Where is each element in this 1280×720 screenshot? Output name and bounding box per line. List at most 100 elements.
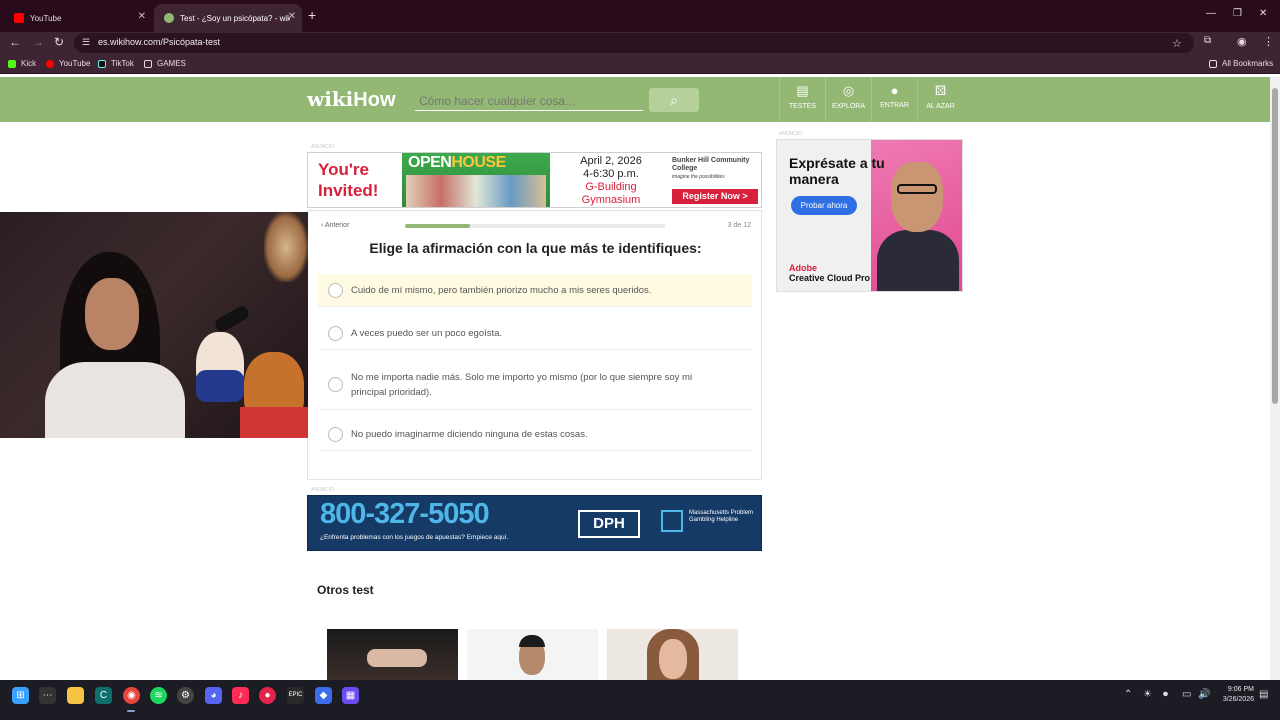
- bookmark-youtube[interactable]: YouTube: [46, 59, 90, 68]
- bookmark-star-icon[interactable]: ☆: [1172, 37, 1182, 50]
- ad-banner-bottom[interactable]: 800-327-5050 ¿Enfrenta problemas con los…: [307, 495, 762, 551]
- system-clock[interactable]: 9:06 PM 3/26/2026: [1216, 685, 1254, 705]
- site-header: wikiHow ⌕ ▤TESTES ◎EXPLORA ●ENTRAR ⚄AL A…: [0, 77, 1270, 122]
- streamer-jacket: [45, 362, 185, 438]
- ad-label: ANUNCIO: [779, 131, 803, 137]
- answer-option[interactable]: No me importa nadie más. Solo me importo…: [318, 360, 752, 410]
- close-icon[interactable]: ✕: [288, 11, 296, 22]
- widget-icon[interactable]: ⋯: [39, 687, 56, 704]
- chrome-icon[interactable]: ◉: [123, 687, 140, 704]
- quiz-thumbnail[interactable]: [467, 629, 598, 680]
- microphone: [212, 303, 252, 335]
- ad-side[interactable]: Exprésate a tu manera Probar ahora Adobe…: [776, 139, 963, 292]
- record-icon[interactable]: ●: [259, 687, 276, 704]
- file-explorer-icon[interactable]: [67, 687, 84, 704]
- clipboard-icon: ▤: [796, 83, 809, 98]
- bookmark-tiktok[interactable]: TikTok: [98, 59, 134, 68]
- app-grid-icon[interactable]: ▦: [342, 687, 359, 704]
- radio-button[interactable]: [328, 325, 343, 341]
- answer-option[interactable]: A veces puedo ser un poco egoísta.: [318, 317, 752, 350]
- ad-date: April 2, 2026 4-6:30 p.m. G-Building Gym…: [580, 155, 642, 206]
- new-tab-button[interactable]: +: [308, 7, 316, 23]
- nav-al-azar[interactable]: ⚄ AL AZAR: [917, 77, 963, 122]
- hands-image: [367, 649, 427, 667]
- tab-title: YouTube: [30, 13, 62, 23]
- minimize-button[interactable]: —: [1206, 8, 1216, 19]
- display-icon[interactable]: ▭: [1182, 689, 1191, 700]
- forward-button[interactable]: →: [32, 35, 44, 49]
- close-icon[interactable]: ✕: [138, 11, 146, 22]
- site-info-icon[interactable]: ☰: [82, 37, 90, 48]
- tiktok-icon[interactable]: ♪: [232, 687, 249, 704]
- tray-chevron-icon[interactable]: ⌃: [1124, 689, 1132, 700]
- all-bookmarks[interactable]: All Bookmarks: [1209, 59, 1273, 68]
- previous-link[interactable]: ‹ Anterior: [321, 222, 349, 229]
- scrollbar-thumb[interactable]: [1272, 88, 1278, 404]
- edge-icon[interactable]: C: [95, 687, 112, 704]
- section-title: Otros test: [317, 583, 374, 597]
- folder-icon: [1209, 59, 1217, 68]
- url-text: es.wikihow.com/Psicópata-test: [98, 37, 221, 47]
- roblox-icon[interactable]: ◆: [315, 687, 332, 704]
- radio-button[interactable]: [328, 377, 343, 392]
- menu-icon[interactable]: ⋮: [1263, 35, 1274, 48]
- nav-testes[interactable]: ▤ TESTES: [779, 77, 825, 122]
- kick-icon: [8, 59, 16, 68]
- tab-wikihow[interactable]: Test - ¿Soy un psicópata? - wiki ✕: [154, 4, 302, 32]
- face-shape: [891, 162, 943, 232]
- ad-label: ANUNCIO: [311, 144, 335, 150]
- compass-icon: ◎: [842, 83, 855, 98]
- maximize-button[interactable]: ❐: [1233, 8, 1242, 19]
- back-button[interactable]: ←: [9, 35, 21, 49]
- webcam-overlay: [0, 212, 308, 438]
- notification-icon[interactable]: ▤: [1259, 689, 1268, 700]
- steam-icon[interactable]: ⚙: [177, 687, 194, 704]
- address-toolbar: ← → ↻ ☰ es.wikihow.com/Psicópata-test ☆ …: [0, 32, 1280, 54]
- reload-button[interactable]: ↻: [54, 35, 64, 49]
- volume-icon[interactable]: 🔊: [1198, 689, 1210, 700]
- ad-headline: You're Invited!: [318, 160, 379, 200]
- extensions-icon[interactable]: ⧉: [1204, 35, 1211, 46]
- nav-entrar[interactable]: ● ENTRAR: [871, 77, 917, 122]
- wikihow-icon: [164, 13, 174, 23]
- url-bar[interactable]: ☰ es.wikihow.com/Psicópata-test: [74, 33, 1194, 53]
- ad-open-house-image: OPENHOUSE: [402, 153, 550, 207]
- shirt-shape: [877, 230, 959, 291]
- ad-label: ANUNCIO: [311, 487, 335, 493]
- ad-college: Bunker Hill Community College imagine th…: [672, 157, 750, 180]
- youtube-icon: [46, 59, 54, 68]
- mic-icon[interactable]: ⏺: [1163, 689, 1168, 700]
- bookmark-folder-games[interactable]: GAMES: [144, 59, 186, 68]
- spotify-icon[interactable]: ≋: [150, 687, 167, 704]
- search-input[interactable]: [415, 91, 643, 111]
- browser-tab-bar: YouTube ✕ Test - ¿Soy un psicópata? - wi…: [0, 0, 1280, 32]
- epic-games-icon[interactable]: EPIC: [287, 687, 304, 704]
- search-icon: ⌕: [670, 92, 678, 108]
- ad-phone-number: 800-327-5050: [320, 498, 490, 530]
- radio-button[interactable]: [328, 426, 343, 442]
- wikihow-logo[interactable]: wikiHow: [307, 87, 396, 112]
- progress-fill: [405, 224, 470, 228]
- face-image: [659, 639, 687, 679]
- profile-icon[interactable]: ◉: [1237, 35, 1247, 48]
- ad-register-button[interactable]: Register Now >: [672, 189, 758, 204]
- close-window-button[interactable]: ✕: [1259, 8, 1267, 19]
- tab-youtube[interactable]: YouTube ✕: [4, 4, 152, 32]
- brightness-icon[interactable]: ☀: [1143, 689, 1152, 700]
- answer-option[interactable]: No puedo imaginarme diciendo ninguna de …: [318, 418, 752, 451]
- answer-option[interactable]: Cuido de mí mismo, pero también priorizo…: [318, 274, 752, 307]
- helpline-logo: Massachusetts Problem Gambling Helpline: [661, 510, 761, 532]
- plush-bear-shirt: [196, 370, 244, 402]
- ad-people-image: [406, 175, 546, 207]
- bookmark-kick[interactable]: Kick: [8, 59, 36, 68]
- radio-button[interactable]: [328, 282, 343, 298]
- quiz-thumbnail[interactable]: [327, 629, 458, 680]
- search-button[interactable]: ⌕: [649, 88, 699, 112]
- dice-icon: ⚄: [934, 83, 947, 98]
- ad-banner-top[interactable]: You're Invited! OPENHOUSE April 2, 2026 …: [307, 152, 762, 208]
- windows-start-icon[interactable]: ⊞: [12, 687, 29, 704]
- discord-icon[interactable]: ◕: [205, 687, 222, 704]
- quiz-thumbnail[interactable]: [607, 629, 738, 680]
- nav-explora[interactable]: ◎ EXPLORA: [825, 77, 871, 122]
- ad-side-button[interactable]: Probar ahora: [791, 196, 857, 215]
